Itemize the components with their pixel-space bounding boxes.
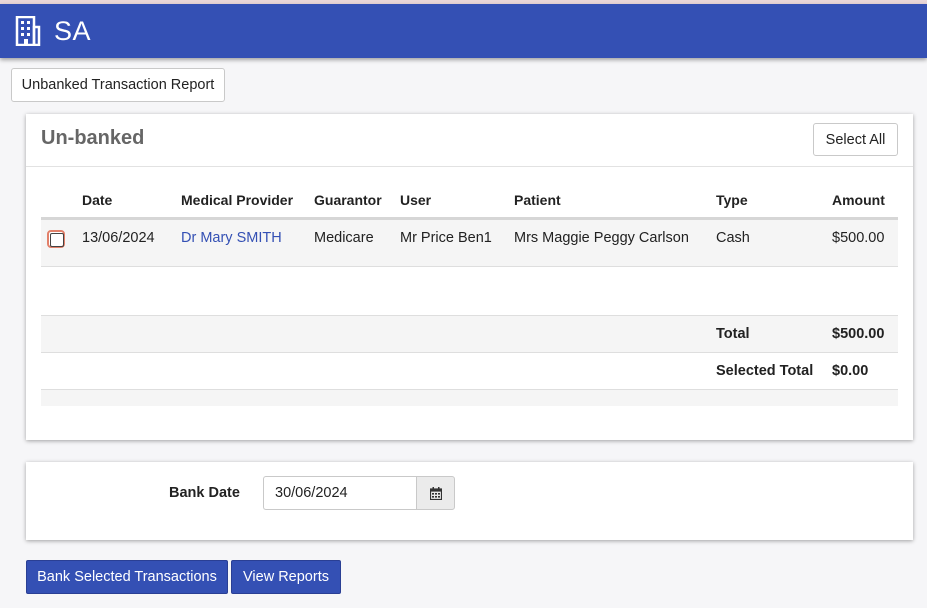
calendar-button[interactable] xyxy=(416,476,455,510)
cell-patient: Mrs Maggie Peggy Carlson xyxy=(514,230,689,246)
bank-date-input[interactable] xyxy=(263,476,417,510)
col-header-amount: Amount xyxy=(832,192,885,208)
unbanked-title: Un-banked xyxy=(41,127,145,149)
unbanked-report-button[interactable]: Unbanked Transaction Report xyxy=(11,68,225,102)
cell-type: Cash xyxy=(716,230,750,246)
calendar-icon xyxy=(429,486,442,500)
bank-date-picker xyxy=(263,476,455,510)
app-title: SA xyxy=(54,16,92,46)
bank-date-label: Bank Date xyxy=(169,485,240,501)
col-header-user: User xyxy=(400,192,432,208)
unbanked-card: Un-banked Select All Date Medical Provid… xyxy=(26,114,913,440)
col-header-patient: Patient xyxy=(514,192,561,208)
unbanked-card-header: Un-banked Select All xyxy=(26,114,913,167)
col-header-provider: Medical Provider xyxy=(181,192,294,208)
total-value: $500.00 xyxy=(832,326,885,342)
cell-amount: $500.00 xyxy=(832,230,885,246)
provider-link[interactable]: Dr Mary SMITH xyxy=(181,230,282,246)
cell-date: 13/06/2024 xyxy=(82,230,155,246)
view-reports-button[interactable]: View Reports xyxy=(231,560,341,594)
total-row xyxy=(41,316,898,352)
cell-user: Mr Price Ben1 xyxy=(400,230,492,246)
row-divider xyxy=(41,266,898,267)
col-header-guarantor: Guarantor xyxy=(314,192,382,208)
cell-guarantor: Medicare xyxy=(314,230,374,246)
selected-total-value: $0.00 xyxy=(832,363,869,379)
selected-total-label: Selected Total xyxy=(716,363,814,379)
row-checkbox[interactable] xyxy=(47,230,65,248)
bank-date-card: Bank Date xyxy=(26,462,913,540)
table-footer xyxy=(41,390,898,406)
building-icon xyxy=(15,16,41,46)
col-header-date: Date xyxy=(82,192,113,208)
app-bar: SA xyxy=(0,4,927,58)
row-divider xyxy=(41,352,898,353)
total-label: Total xyxy=(716,326,750,342)
bank-selected-button[interactable]: Bank Selected Transactions xyxy=(26,560,228,594)
col-header-type: Type xyxy=(716,192,748,208)
select-all-button[interactable]: Select All xyxy=(813,123,898,156)
